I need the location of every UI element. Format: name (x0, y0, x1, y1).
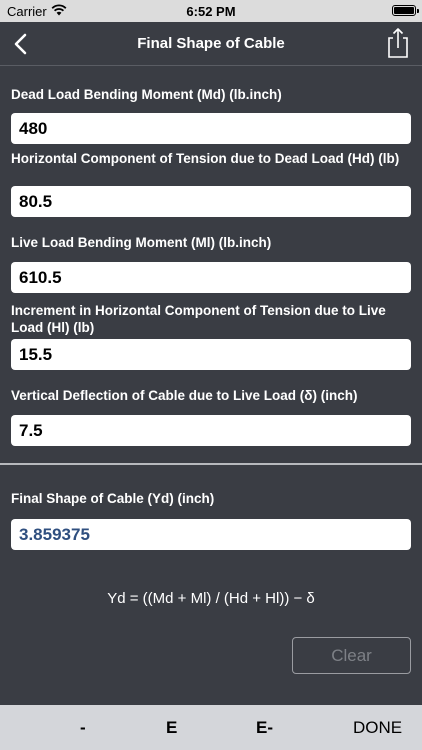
hd-label: Horizontal Component of Tension due to D… (11, 151, 400, 166)
e-minus-key[interactable]: E- (256, 718, 273, 738)
md-label: Dead Load Bending Moment (Md) (lb.inch) (11, 87, 282, 102)
delta-label: Vertical Deflection of Cable due to Live… (11, 388, 358, 403)
hd-input[interactable]: 80.5 (11, 186, 411, 217)
navigation-bar: Final Shape of Cable (0, 22, 422, 66)
keyboard-accessory-bar: - E E- DONE (0, 705, 422, 750)
minus-key[interactable]: - (80, 718, 86, 738)
section-divider (0, 463, 422, 465)
e-key[interactable]: E (166, 718, 177, 738)
status-bar: Carrier 6:52 PM (0, 0, 422, 22)
hl-input[interactable]: 15.5 (11, 339, 411, 370)
clear-button[interactable]: Clear (292, 637, 411, 674)
formula-text: Yd = ((Md + Ml) / (Hd + Hl)) − δ (107, 590, 315, 607)
share-icon[interactable] (384, 26, 412, 60)
md-input[interactable]: 480 (11, 113, 411, 144)
ml-label: Live Load Bending Moment (Ml) (lb.inch) (11, 235, 272, 250)
delta-input[interactable]: 7.5 (11, 415, 411, 446)
battery-icon (392, 5, 419, 16)
done-button[interactable]: DONE (353, 718, 402, 738)
status-time: 6:52 PM (186, 4, 236, 19)
page-title: Final Shape of Cable (137, 35, 285, 52)
yd-result-field: 3.859375 (11, 519, 411, 550)
ml-input[interactable]: 610.5 (11, 262, 411, 293)
yd-label: Final Shape of Cable (Yd) (inch) (11, 491, 215, 506)
hl-label: Increment in Horizontal Component of Ten… (11, 303, 386, 335)
